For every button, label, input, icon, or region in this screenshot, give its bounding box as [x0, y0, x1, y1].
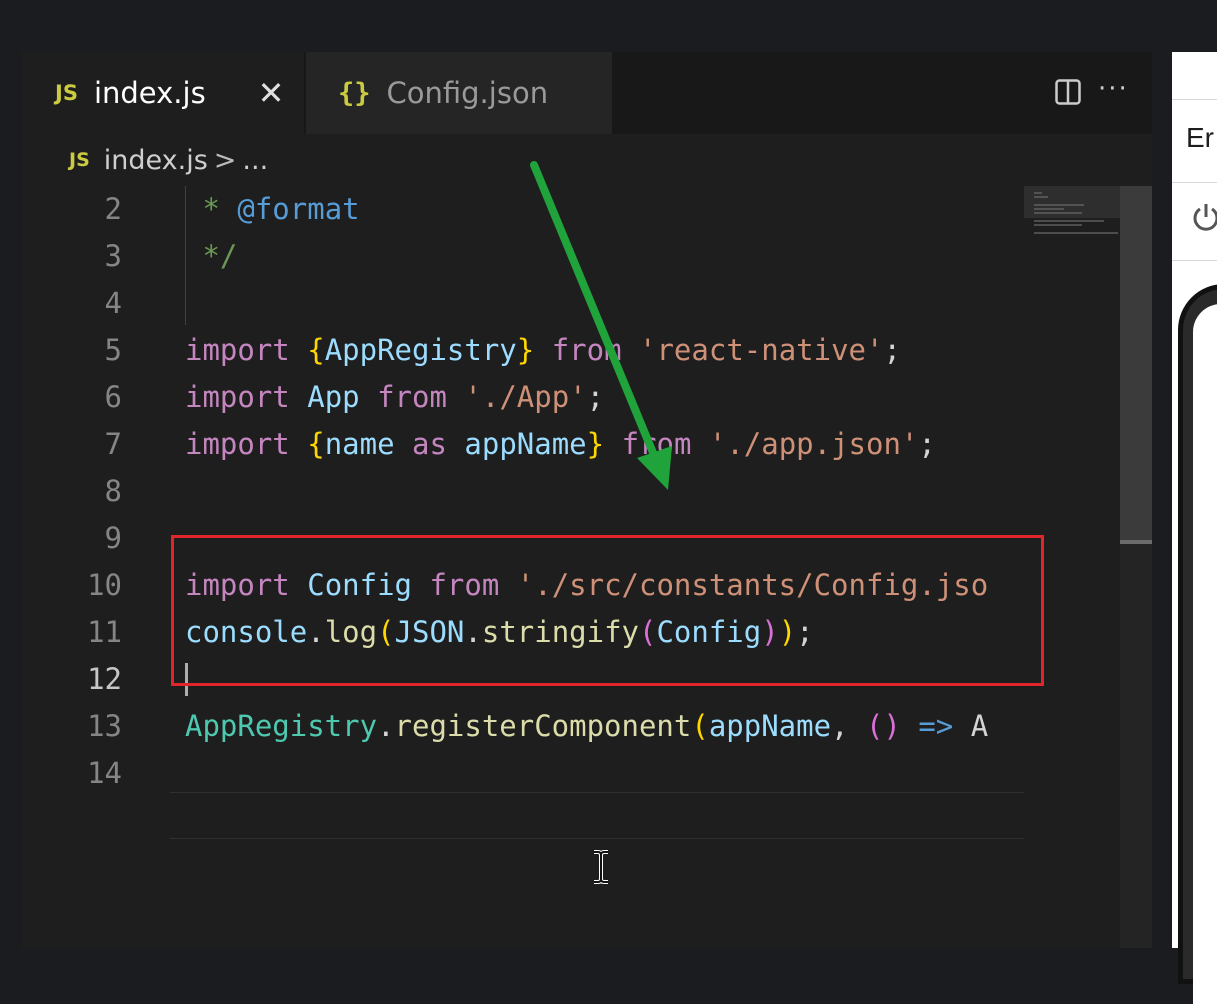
breadcrumb-separator: > — [213, 144, 237, 176]
tab-config-json[interactable]: {} Config.json — [306, 52, 612, 134]
vertical-scrollbar[interactable] — [1120, 186, 1152, 948]
tab-label: Config.json — [386, 76, 549, 110]
tab-bar: JS index.js ✕ {} Config.json ··· — [22, 52, 1152, 134]
line-number: 13 — [87, 709, 122, 743]
code-line-7: 7 import {name as appName} from './app.j… — [22, 421, 1024, 468]
line-number: 11 — [87, 615, 122, 649]
annotation-highlight-box — [171, 535, 1044, 686]
line-number: 7 — [104, 427, 122, 461]
split-editor-icon[interactable] — [1055, 79, 1081, 105]
code-line-14: 14 — [22, 750, 1024, 797]
code-line-3: 3 */ — [22, 233, 1024, 280]
code-line-13: 13 AppRegistry.registerComponent(appName… — [22, 703, 1024, 750]
tab-index-js[interactable]: JS index.js ✕ — [22, 52, 304, 134]
code-line-8: 8 — [22, 468, 1024, 515]
scrollbar-position-marker — [1120, 540, 1152, 544]
breadcrumb-file[interactable]: index.js — [104, 145, 208, 176]
line-number: 3 — [104, 239, 122, 273]
preview-header-text: Er — [1186, 122, 1214, 153]
line-number: 5 — [104, 333, 122, 367]
power-icon[interactable] — [1190, 202, 1217, 234]
line-number: 4 — [104, 286, 122, 320]
js-file-icon: JS — [55, 81, 78, 105]
code-line-2: 2 * @format — [22, 186, 1024, 233]
more-actions-icon[interactable]: ··· — [1098, 74, 1129, 104]
close-icon[interactable]: ✕ — [254, 74, 288, 112]
current-line-highlight — [170, 792, 1024, 839]
preview-panel: Er — [1172, 52, 1217, 1004]
line-number: 12 — [87, 662, 122, 696]
breadcrumb: JS index.js > ... — [22, 134, 1152, 186]
line-number: 14 — [87, 756, 122, 790]
line-number: 10 — [87, 568, 122, 602]
breadcrumb-more[interactable]: ... — [242, 145, 268, 176]
top-strip — [0, 0, 1217, 52]
line-number: 6 — [104, 380, 122, 414]
json-file-icon: {} — [338, 77, 371, 109]
code-editor: JS index.js ✕ {} Config.json ··· JS inde… — [22, 52, 1152, 948]
code-line-5: 5 import {AppRegistry} from 'react-nativ… — [22, 327, 1024, 374]
code-line-4: 4 — [22, 280, 1024, 327]
device-screen — [1193, 304, 1217, 1004]
line-number: 2 — [104, 192, 122, 226]
scrollbar-thumb[interactable] — [1120, 186, 1152, 541]
tab-label: index.js — [93, 76, 206, 110]
code-line-6: 6 import App from './App'; — [22, 374, 1024, 421]
js-file-icon: JS — [69, 149, 90, 171]
ibeam-cursor-icon — [594, 850, 608, 884]
line-number: 8 — [104, 474, 122, 508]
editor-actions: ··· — [1002, 52, 1152, 134]
line-number: 9 — [104, 521, 122, 555]
